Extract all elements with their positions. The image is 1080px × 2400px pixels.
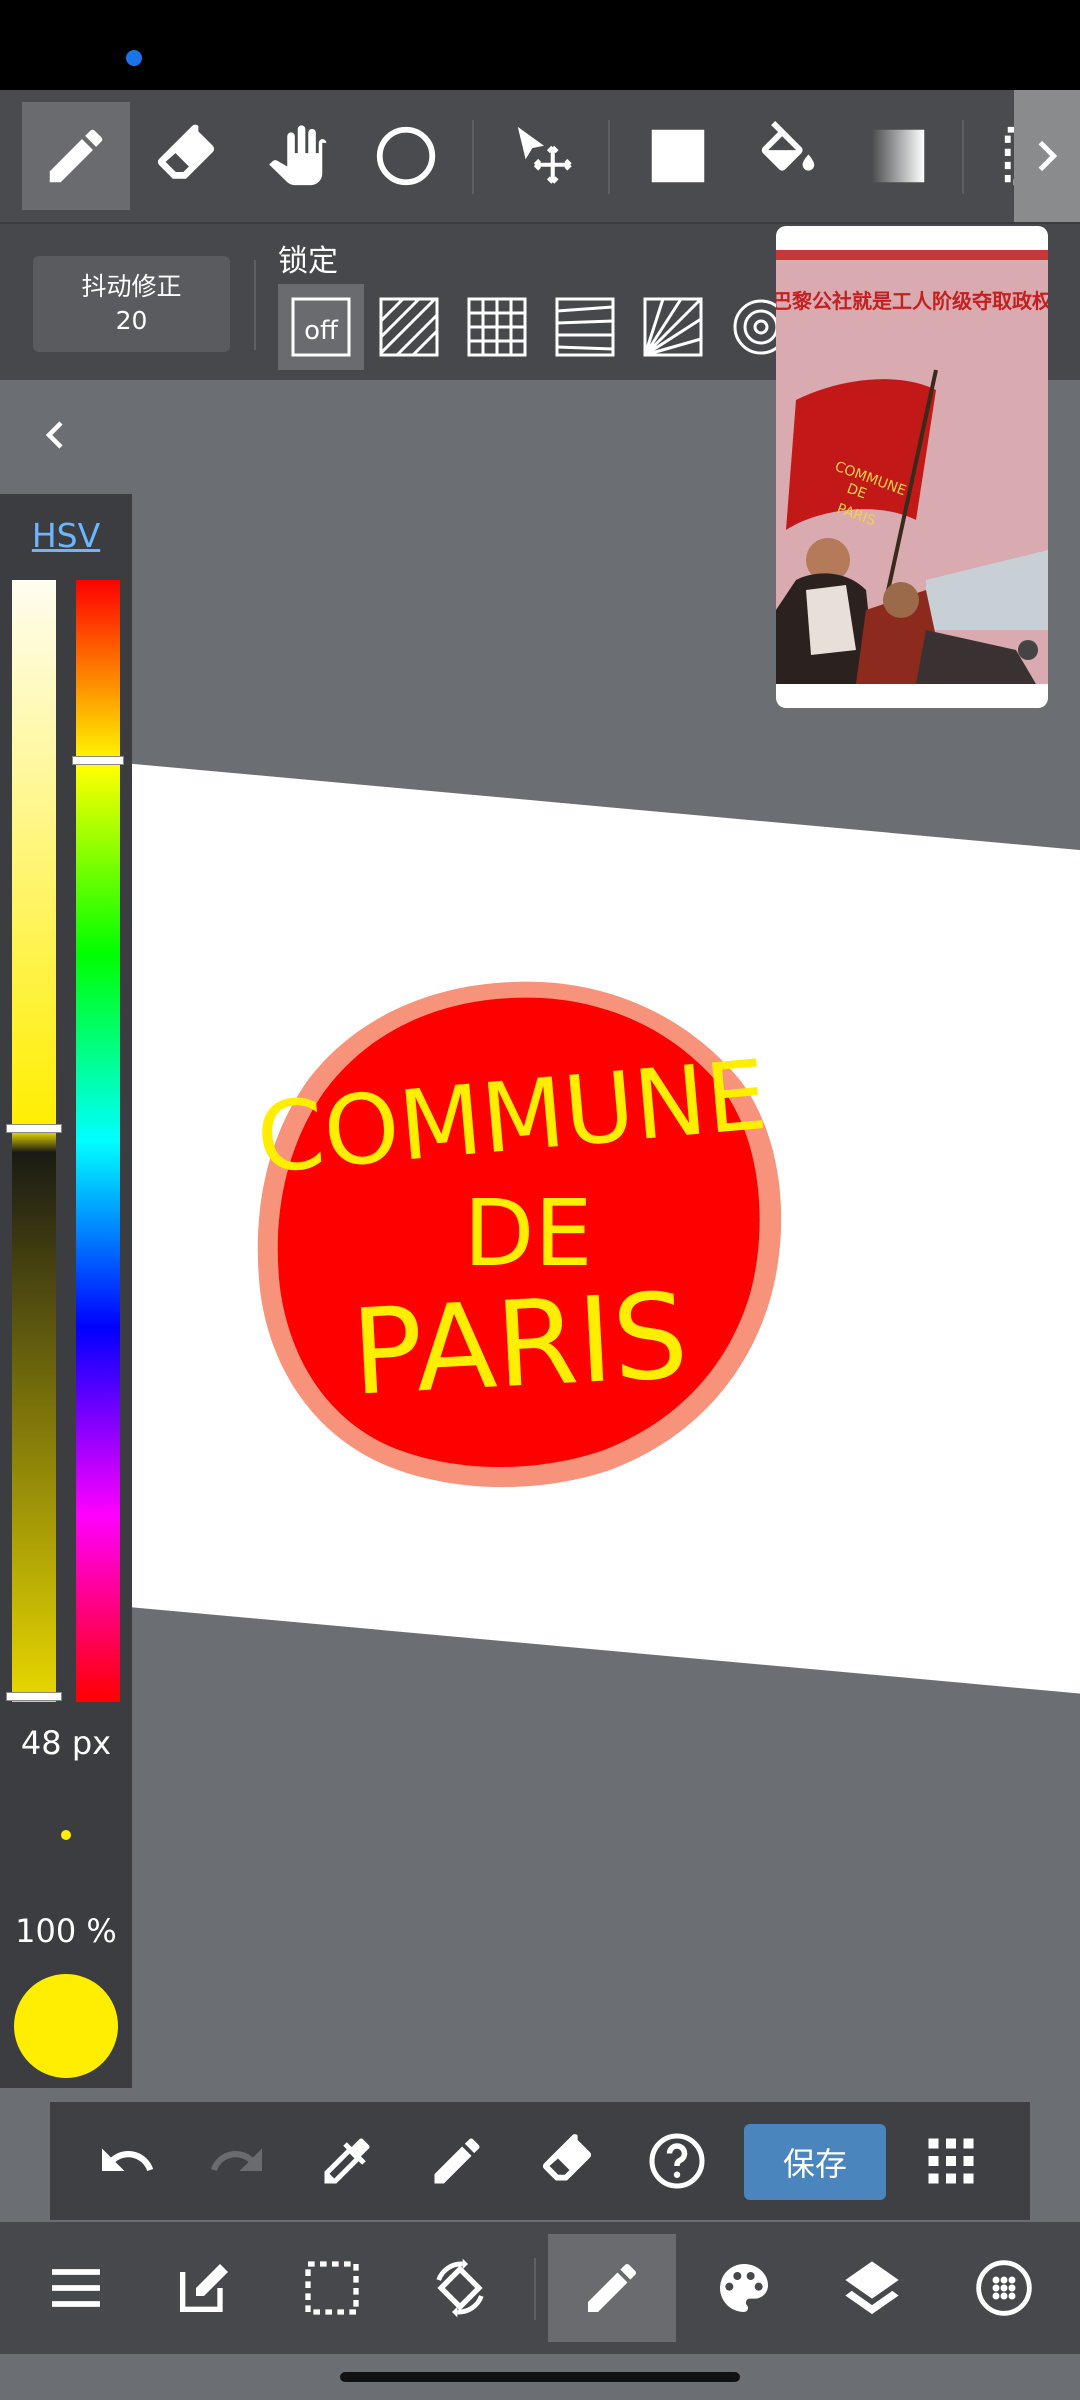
help-icon [649, 2133, 705, 2189]
gesture-navigation-bar[interactable] [340, 2372, 740, 2382]
bucket-icon [761, 121, 815, 171]
rotate-canvas-button[interactable] [396, 2234, 524, 2342]
edit-icon [180, 2264, 228, 2312]
rotate-icon [436, 2258, 484, 2318]
perspective-lines-icon [555, 297, 615, 357]
diagonal-lines-icon [379, 297, 439, 357]
settings-button[interactable] [940, 2234, 1068, 2342]
lock-radial-lines-button[interactable] [630, 284, 716, 370]
gradient-tool-button[interactable] [844, 102, 952, 210]
fill-rect-icon [651, 129, 705, 183]
lock-off-button[interactable]: off [278, 284, 364, 370]
toolbar-scroll-button[interactable] [1014, 90, 1080, 222]
stabilizer-button[interactable]: 抖动修正 20 [33, 256, 230, 352]
brush-button[interactable] [548, 2234, 676, 2342]
eraser-icon [542, 2134, 592, 2181]
reference-window[interactable]: 巴黎公社就是工人阶级夺取政权 COMMUNE DE PARIS [776, 226, 1048, 708]
ellipse-tool-button[interactable] [352, 102, 460, 210]
lock-parallel-diagonal-button[interactable] [366, 284, 452, 370]
pen-icon [434, 2138, 480, 2184]
menu-icon [52, 2269, 100, 2307]
color-panel: HSV 48 px 100 % [0, 494, 132, 2088]
more-actions-button[interactable] [906, 2116, 996, 2206]
collapse-panel-button[interactable] [30, 405, 80, 465]
hue-slider[interactable] [72, 580, 124, 1702]
bottom-navigation [0, 2222, 1080, 2354]
radial-lines-icon [643, 297, 703, 357]
hsv-mode-tab[interactable]: HSV [0, 516, 132, 555]
selection-button[interactable] [268, 2234, 396, 2342]
reference-caption: 巴黎公社就是工人阶级夺取政权 [776, 289, 1048, 313]
palette-icon [720, 2264, 768, 2312]
undo-button[interactable] [82, 2116, 172, 2206]
brush-size-label[interactable]: 48 px [0, 1724, 132, 1762]
action-bar: 保存 [50, 2102, 1030, 2220]
undo-icon [102, 2148, 154, 2171]
redo-icon [210, 2148, 262, 2171]
lock-off-icon: off [291, 297, 351, 357]
edit-button[interactable] [140, 2234, 268, 2342]
gradient-icon [871, 129, 925, 183]
stabilizer-label: 抖动修正 [81, 272, 182, 301]
notification-dot [126, 50, 142, 66]
hue-handle[interactable] [72, 756, 124, 765]
circle-icon [376, 126, 436, 186]
redo-button[interactable] [192, 2116, 282, 2206]
toolbar-divider [608, 120, 610, 194]
lock-perspective-lines-button[interactable] [542, 284, 628, 370]
stabilizer-value: 20 [115, 306, 148, 335]
eraser-quick-button[interactable] [522, 2116, 612, 2206]
pen-quick-button[interactable] [412, 2116, 502, 2206]
saturation-value-slider[interactable] [6, 580, 62, 1702]
current-color-swatch[interactable] [14, 1974, 118, 2078]
settings-icon [976, 2260, 1032, 2316]
layers-icon [845, 2261, 899, 2315]
save-button[interactable]: 保存 [744, 2124, 886, 2200]
subbar-divider [254, 260, 256, 350]
eraser-icon [157, 124, 215, 179]
eyedropper-button[interactable] [302, 2116, 392, 2206]
help-button[interactable] [632, 2116, 722, 2206]
selection-icon [305, 2261, 359, 2315]
tool-toolbar [0, 90, 1080, 224]
chevron-left-icon [45, 421, 63, 449]
eraser-tool-button[interactable] [132, 102, 240, 210]
nav-divider [534, 2258, 536, 2320]
pen-tool-button[interactable] [22, 102, 130, 210]
value-handle[interactable] [6, 1692, 62, 1701]
drawing-text-line2: DE [464, 1180, 593, 1287]
commune-de-paris-drawing: COMMUNE DE PARIS [252, 981, 782, 1488]
toolbar-divider [472, 120, 474, 194]
grid-icon [467, 297, 527, 357]
move-icon [517, 126, 572, 184]
lock-label: 锁定 [278, 244, 338, 279]
bucket-tool-button[interactable] [734, 102, 842, 210]
eyedropper-icon [324, 2138, 370, 2184]
lock-off-text: off [304, 316, 339, 346]
brush-icon [588, 2263, 637, 2312]
toolbar-divider [962, 120, 964, 194]
layers-button[interactable] [808, 2234, 936, 2342]
reference-poster-image: 巴黎公社就是工人阶级夺取政权 COMMUNE DE PARIS [776, 250, 1048, 684]
lock-grid-button[interactable] [454, 284, 540, 370]
status-bar [0, 0, 1080, 90]
grid-dots-icon [928, 2138, 974, 2184]
chevron-right-icon [1038, 140, 1058, 172]
brush-size-preview [61, 1830, 71, 1840]
fill-rect-tool-button[interactable] [624, 102, 732, 210]
hand-icon [269, 125, 327, 186]
saturation-handle[interactable] [6, 1124, 62, 1133]
main-menu-button[interactable] [12, 2234, 140, 2342]
palette-button[interactable] [680, 2234, 808, 2342]
hand-tool-button[interactable] [242, 102, 350, 210]
drawing-text-line3: PARIS [348, 1266, 691, 1421]
opacity-label[interactable]: 100 % [0, 1912, 132, 1950]
pen-icon [49, 129, 103, 183]
move-tool-button[interactable] [490, 102, 598, 210]
